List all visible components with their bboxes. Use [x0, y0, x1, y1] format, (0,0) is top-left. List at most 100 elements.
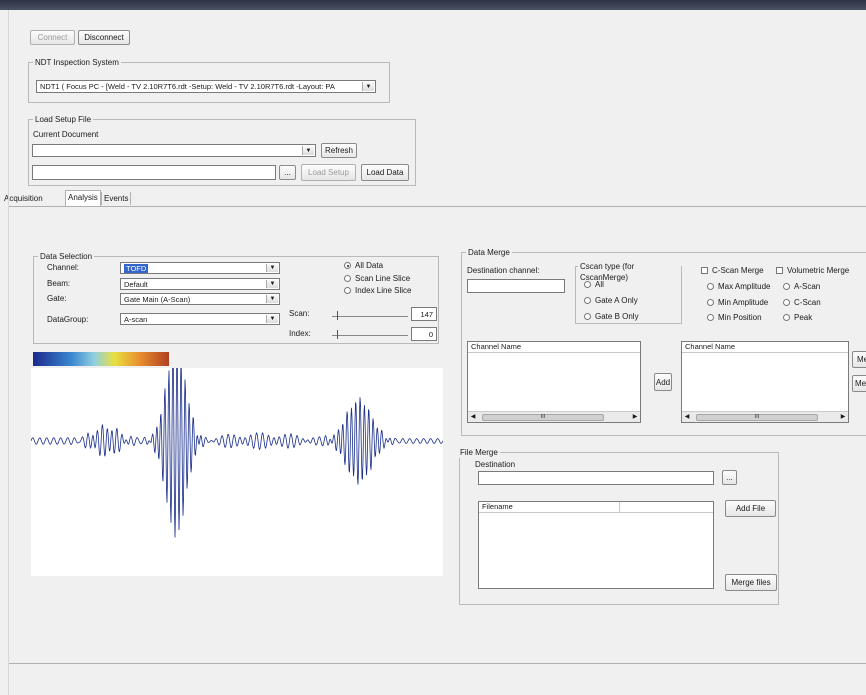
scan-line-slice-radio[interactable] — [344, 275, 351, 282]
min-amplitude-radio[interactable] — [707, 299, 714, 306]
volumetric-merge-checkbox[interactable] — [776, 267, 783, 274]
data-merge-title: Data Merge — [466, 247, 512, 258]
cscan-all-label: All — [595, 280, 604, 289]
vol-ascan-radio[interactable] — [783, 283, 790, 290]
destination-channel-input[interactable] — [467, 279, 565, 293]
scroll-thumb[interactable]: III — [482, 414, 604, 421]
min-position-label: Min Position — [718, 313, 762, 322]
scroll-thumb[interactable]: III — [696, 414, 818, 421]
scan-slider-thumb[interactable] — [337, 311, 338, 320]
filename-header: Filename — [479, 502, 713, 513]
current-document-label: Current Document — [33, 130, 99, 139]
connect-button[interactable]: Connect — [30, 30, 75, 45]
index-slider[interactable] — [332, 335, 408, 336]
destination-label: Destination — [475, 460, 516, 469]
file-merge-title: File Merge — [458, 447, 500, 458]
index-value: 0 — [428, 329, 433, 339]
window-title-bar — [0, 0, 866, 10]
browse-button[interactable]: ... — [279, 165, 296, 180]
cscan-merge-checkbox[interactable] — [701, 267, 708, 274]
disconnect-button[interactable]: Disconnect — [78, 30, 130, 45]
data-selection-group: Data Selection Channel: TOFD ▼ Beam: Def… — [33, 251, 439, 344]
scroll-right-icon[interactable]: ▶ — [630, 412, 640, 422]
channel-select[interactable]: TOFD ▼ — [120, 262, 280, 274]
scroll-left-icon[interactable]: ◀ — [468, 412, 478, 422]
vol-peak-label: Peak — [794, 313, 813, 322]
cscan-gate-a-radio[interactable] — [584, 297, 591, 304]
ndt-system-value: NDT1 ( Focus PC - [Weld - TV 2.10R7T6.rd… — [40, 82, 335, 91]
file-list[interactable]: Filename — [478, 501, 714, 589]
setup-file-input[interactable] — [32, 165, 276, 180]
merge-button-2[interactable]: Mer — [852, 375, 866, 392]
scroll-right-icon[interactable]: ▶ — [838, 412, 848, 422]
filename-header-label: Filename — [482, 502, 513, 511]
datagroup-label: DataGroup: — [47, 315, 89, 324]
max-amplitude-radio[interactable] — [707, 283, 714, 290]
datagroup-value: A-scan — [124, 314, 148, 324]
index-label: Index: — [289, 329, 311, 338]
add-channel-button[interactable]: Add — [654, 373, 672, 391]
merged-channel-hscroll[interactable]: ◀ III ▶ — [682, 411, 848, 422]
tab-events[interactable]: Events — [101, 192, 132, 205]
left-divider — [8, 10, 9, 695]
all-data-radio[interactable] — [344, 262, 351, 269]
beam-select[interactable]: Default ▼ — [120, 278, 280, 290]
scroll-left-icon[interactable]: ◀ — [682, 412, 692, 422]
min-position-radio[interactable] — [707, 314, 714, 321]
source-channel-list[interactable]: Channel Name ◀ III ▶ — [467, 341, 641, 423]
ndt-system-select[interactable]: NDT1 ( Focus PC - [Weld - TV 2.10R7T6.rd… — [36, 80, 376, 93]
vol-cscan-radio[interactable] — [783, 299, 790, 306]
load-data-button[interactable]: Load Data — [361, 164, 409, 181]
source-channel-hscroll[interactable]: ◀ III ▶ — [468, 411, 640, 422]
destination-browse-button[interactable]: ... — [722, 470, 737, 485]
load-setup-title: Load Setup File — [33, 114, 94, 125]
cscan-gate-a-label: Gate A Only — [595, 296, 638, 305]
scan-value: 147 — [420, 309, 433, 319]
scan-slider[interactable] — [332, 316, 408, 317]
index-line-slice-radio[interactable] — [344, 287, 351, 294]
load-setup-button[interactable]: Load Setup — [301, 164, 356, 181]
min-amplitude-label: Min Amplitude — [718, 298, 769, 307]
gate-label: Gate: — [47, 294, 67, 303]
load-setup-group: Load Setup File Current Document ▼ Refre… — [28, 114, 416, 186]
gate-select[interactable]: Gate Main (A-Scan) ▼ — [120, 293, 280, 305]
chevron-down-icon[interactable]: ▼ — [266, 315, 278, 323]
data-merge-group: Data Merge Destination channel: Cscan ty… — [461, 247, 866, 436]
cscan-type-group: Cscan type (for CscanMerge) All Gate A O… — [575, 261, 682, 324]
refresh-button[interactable]: Refresh — [321, 143, 357, 158]
ascan-waveform-line — [31, 368, 443, 538]
datagroup-select[interactable]: A-scan ▼ — [120, 313, 280, 325]
destination-input[interactable] — [478, 471, 714, 485]
vol-peak-radio[interactable] — [783, 314, 790, 321]
add-file-button[interactable]: Add File — [725, 500, 776, 517]
scan-value-input[interactable]: 147 — [411, 307, 437, 321]
tab-analysis[interactable]: Analysis — [65, 190, 101, 207]
merge-files-button[interactable]: Merge files — [725, 574, 777, 591]
gate-value: Gate Main (A-Scan) — [124, 294, 191, 304]
chevron-down-icon[interactable]: ▼ — [266, 295, 278, 303]
cscan-all-radio[interactable] — [584, 281, 591, 288]
file-merge-group: File Merge Destination ... Filename Add … — [458, 447, 779, 605]
cscan-type-title: Cscan type (for CscanMerge) — [578, 261, 681, 283]
header-divider — [619, 502, 620, 512]
channel-value: TOFD — [124, 263, 149, 273]
channel-label: Channel: — [47, 263, 80, 272]
chevron-down-icon[interactable]: ▼ — [302, 146, 314, 155]
index-slider-thumb[interactable] — [337, 330, 338, 339]
merge-button-1[interactable]: Me — [852, 351, 866, 368]
merged-channel-list[interactable]: Channel Name ◀ III ▶ — [681, 341, 849, 423]
ndt-inspection-group: NDT Inspection System NDT1 ( Focus PC - … — [28, 57, 390, 103]
index-line-slice-label: Index Line Slice — [355, 286, 412, 295]
chevron-down-icon[interactable]: ▼ — [266, 280, 278, 288]
beam-label: Beam: — [47, 279, 71, 288]
scan-label: Scan: — [289, 309, 310, 318]
beam-value: Default — [124, 279, 148, 289]
current-document-select[interactable]: ▼ — [32, 144, 316, 157]
cscan-gate-b-radio[interactable] — [584, 313, 591, 320]
index-value-input[interactable]: 0 — [411, 327, 437, 341]
cscan-merge-label: C-Scan Merge — [712, 266, 764, 275]
chevron-down-icon[interactable]: ▼ — [266, 264, 278, 272]
destination-channel-label: Destination channel: — [467, 266, 540, 275]
max-amplitude-label: Max Amplitude — [718, 282, 771, 291]
chevron-down-icon[interactable]: ▼ — [362, 82, 374, 91]
